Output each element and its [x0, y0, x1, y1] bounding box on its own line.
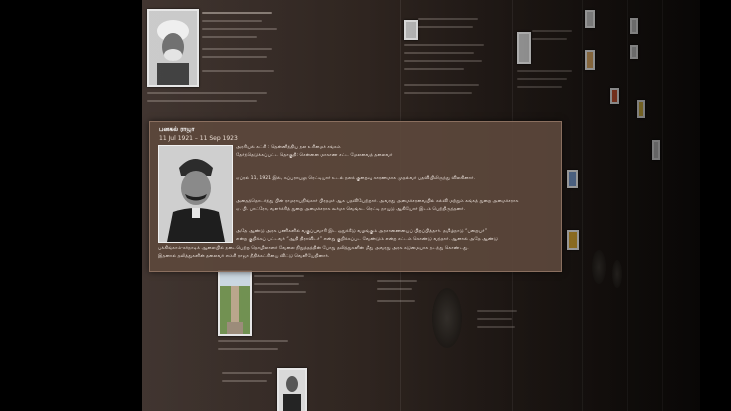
- small-portrait-thumb-2[interactable]: [517, 32, 531, 64]
- far-thumb-7[interactable]: [652, 140, 660, 160]
- portrait-dark-suit-image: [279, 370, 305, 411]
- popup-para-2a: அதைத்தொடர்ந்து பின் ராமராயநிங்கார் பிரதம…: [236, 199, 519, 204]
- far-thumb-9[interactable]: [567, 230, 579, 250]
- popup-meta-line-1: அரசியல் கட்சி : தென்னிந்திய நல உரிமைச் ச…: [236, 145, 341, 150]
- popup-para-3b: என்ற குறிக்கப் பட்டவர் “ஆதி திராவிடர்” எ…: [236, 237, 498, 242]
- state-emblem-icon: [432, 288, 462, 348]
- popup-portrait: [158, 145, 233, 243]
- popup-title: பனகல் ராஜா: [159, 126, 195, 133]
- state-emblem-icon-3: [612, 260, 622, 288]
- small-portrait-thumb[interactable]: [404, 20, 418, 40]
- popup-meta-line-2: தேர்ந்தெடுக்கப்பட்ட தொகுதி: சென்னை மாகாண…: [236, 153, 393, 158]
- statue-photo-thumb[interactable]: [218, 270, 252, 336]
- portrait-turbaned-elder-thumb[interactable]: [147, 9, 199, 87]
- far-thumb-1[interactable]: [585, 10, 595, 28]
- popup-para-3c: பக்கிங்காம்-கர்நாடிக் ஆலையில் நடைபெற்ற த…: [158, 246, 469, 251]
- popup-dates: 11 Jul 1921 – 11 Sep 1923: [159, 135, 238, 142]
- timeline-viewport: பனகல் ராஜா 11 Jul 1921 – 11 Sep 1923 அரச…: [0, 0, 731, 411]
- popup-para-3a: அதே ஆண்டு அரசு பணிகளில் வகுப்புவாரி இட ஒ…: [236, 229, 488, 234]
- popup-portrait-image: [159, 146, 232, 242]
- far-thumb-3[interactable]: [610, 88, 619, 104]
- far-thumb-6[interactable]: [637, 100, 645, 118]
- left-margin: [0, 0, 142, 411]
- far-thumb-4[interactable]: [630, 18, 638, 34]
- far-thumb-5[interactable]: [630, 45, 638, 59]
- state-emblem-icon-2: [592, 250, 606, 284]
- portrait-dark-suit-thumb[interactable]: [277, 368, 307, 411]
- portrait-turbaned-elder-image: [149, 11, 197, 85]
- right-margin: [700, 0, 731, 411]
- popup-para-3d: இதனால் தலித்துகளின் தலைவர் எம்சி ராஜா நீ…: [158, 254, 330, 259]
- popup-para-1: ஏப்ரல் 11, 1921 இல், சுப்பராயலு ரெட்டியா…: [236, 176, 476, 181]
- popup-para-2b: ஏ. பி. பாட்ரோ, வளர்ச்சித் துறை அமைச்சராக…: [236, 207, 465, 212]
- far-thumb-8[interactable]: [567, 170, 578, 188]
- far-thumb-2[interactable]: [585, 50, 595, 70]
- statue-photo-image: [220, 272, 250, 334]
